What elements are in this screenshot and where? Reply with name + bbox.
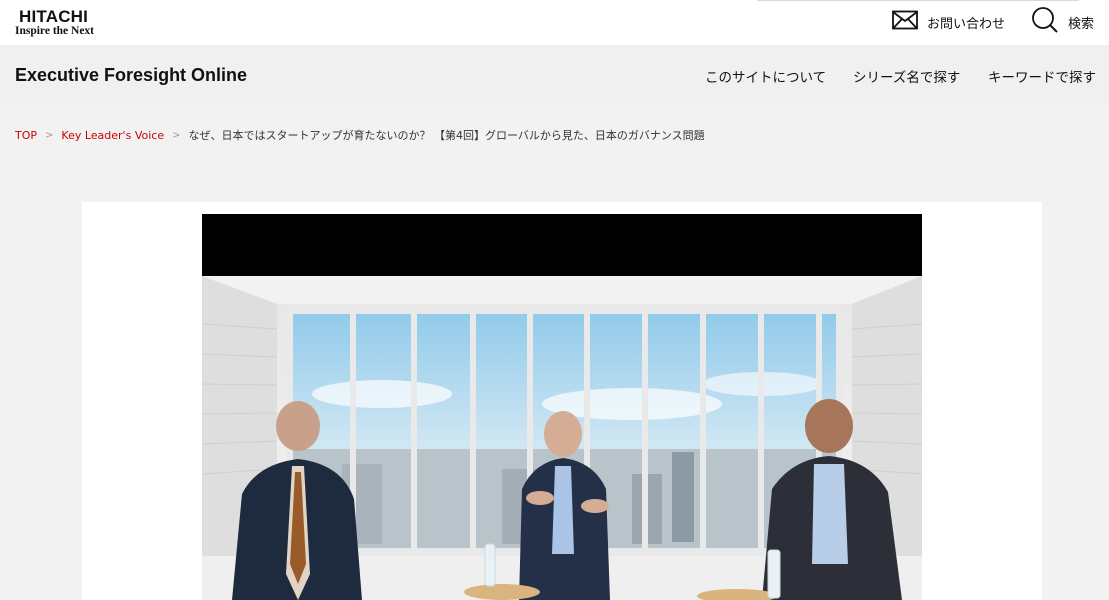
- contact-label: お問い合わせ: [927, 16, 1006, 32]
- breadcrumb-current: なぜ、日本ではスタートアップが育たないのか？ 【第4回】グローバルから見た、日本…: [188, 129, 705, 142]
- contact-link[interactable]: お問い合わせ: [892, 8, 1005, 36]
- logo-tagline: Inspire the Next: [15, 25, 95, 37]
- site-title[interactable]: Executive Foresight Online: [15, 65, 247, 86]
- mail-icon: [892, 10, 918, 34]
- article-card: [82, 202, 1042, 600]
- hitachi-logo[interactable]: HITACHI Inspire the Next: [15, 8, 115, 40]
- breadcrumb-top[interactable]: TOP: [15, 129, 37, 142]
- site-header: Executive Foresight Online このサイトについて シリー…: [0, 45, 1109, 105]
- top-bar: HITACHI Inspire the Next お問い合わせ 検索: [0, 0, 1109, 45]
- nav-series[interactable]: シリーズ名で探す: [853, 66, 960, 86]
- breadcrumb-series[interactable]: Key Leader's Voice: [61, 129, 164, 142]
- logo-wordmark: HITACHI: [19, 7, 89, 26]
- search-label: 検索: [1068, 16, 1095, 32]
- video-player[interactable]: [202, 214, 922, 600]
- nav-about[interactable]: このサイトについて: [705, 66, 826, 86]
- breadcrumb-separator: >: [172, 129, 181, 141]
- search-link[interactable]: 検索: [1031, 6, 1095, 38]
- nav-keyword[interactable]: キーワードで探す: [988, 66, 1096, 86]
- video-frame: [202, 214, 922, 600]
- breadcrumb-separator: >: [45, 129, 54, 141]
- search-icon: [1031, 6, 1059, 38]
- top-bar-divider: [757, 0, 1079, 1]
- breadcrumb: TOP > Key Leader's Voice > なぜ、日本ではスタートアッ…: [15, 127, 705, 143]
